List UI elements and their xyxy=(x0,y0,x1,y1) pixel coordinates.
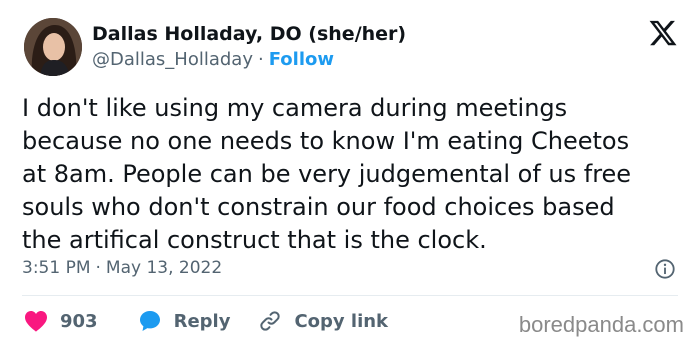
time-separator: · xyxy=(95,258,101,278)
reply-bubble-icon xyxy=(139,311,160,331)
heart-icon xyxy=(25,311,47,332)
like-count: 903 xyxy=(60,310,98,332)
tweet-date: May 13, 2022 xyxy=(105,258,223,278)
tweet-time: 3:51 PM xyxy=(22,258,91,278)
timestamp-row[interactable]: 3:51 PM · May 13, 2022 xyxy=(22,258,222,278)
watermark: boredpanda.com xyxy=(518,312,684,337)
author-handle[interactable]: @Dallas_Holladay xyxy=(92,49,253,70)
tweet-text: I don't like using my camera during meet… xyxy=(22,94,632,254)
x-logo-icon[interactable] xyxy=(648,18,678,48)
action-bar: 903 Reply Copy link xyxy=(24,308,388,334)
avatar[interactable] xyxy=(24,18,82,76)
reply-button[interactable]: Reply xyxy=(138,309,231,333)
like-button[interactable]: 903 xyxy=(24,310,98,332)
reply-label: Reply xyxy=(173,310,231,332)
follow-button[interactable]: Follow xyxy=(269,49,334,70)
copy-link-button[interactable]: Copy link xyxy=(258,309,388,333)
link-icon xyxy=(260,311,281,331)
author-name[interactable]: Dallas Holladay, DO (she/her) xyxy=(92,23,406,45)
handle-separator: · xyxy=(258,49,264,70)
info-icon[interactable] xyxy=(654,258,676,280)
handle-row: @Dallas_Holladay · Follow xyxy=(92,49,334,70)
divider xyxy=(22,295,678,296)
copy-link-label: Copy link xyxy=(294,310,389,332)
